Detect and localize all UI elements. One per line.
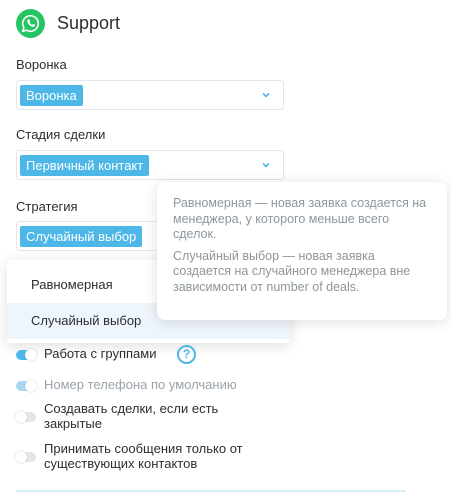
strategy-chip: Случайный выбор [20,226,143,247]
header: Support [16,9,120,38]
whatsapp-icon [16,9,45,38]
stage-label: Стадия сделки [16,127,106,142]
help-icon[interactable]: ? [177,345,196,364]
tooltip-text-uniform: Равномерная — новая заявка создается на … [173,196,427,241]
strategy-select[interactable]: Случайный выбор [16,221,166,251]
toggle-switch [16,380,37,392]
stage-select[interactable]: Первичный контакт [16,150,284,180]
toggle-switch[interactable] [15,451,36,463]
stage-chip: Первичный контакт [20,155,150,176]
toggle-label: Работа с группами [44,346,157,361]
tooltip-text-random: Случайный выбор — новая заявка создается… [173,248,411,294]
toggle-create-deals[interactable]: Создавать сделки, если есть закрытые [15,401,264,431]
toggle-default-phone: Номер телефона по умолчанию [16,377,264,392]
chevron-down-icon [262,162,270,168]
funnel-label: Воронка [16,57,67,72]
toggle-label: Принимать сообщения только от существующ… [44,441,243,471]
toggle-existing-contacts[interactable]: Принимать сообщения только от существующ… [15,441,264,471]
toggle-switch[interactable] [15,411,36,423]
funnel-select[interactable]: Воронка [16,80,284,110]
chevron-down-icon [262,92,270,98]
funnel-chip: Воронка [20,85,83,106]
page-title: Support [57,13,121,33]
toggle-groups[interactable]: Работа с группами [16,346,156,361]
strategy-tooltip: Равномерная — новая заявка создается на … [157,182,447,320]
divider [16,490,406,492]
toggle-switch[interactable] [16,349,37,361]
toggle-label: Номер телефона по умолчанию [44,377,237,392]
strategy-label: Стратегия [16,199,78,214]
toggle-label: Создавать сделки, если есть закрытые [44,401,219,431]
